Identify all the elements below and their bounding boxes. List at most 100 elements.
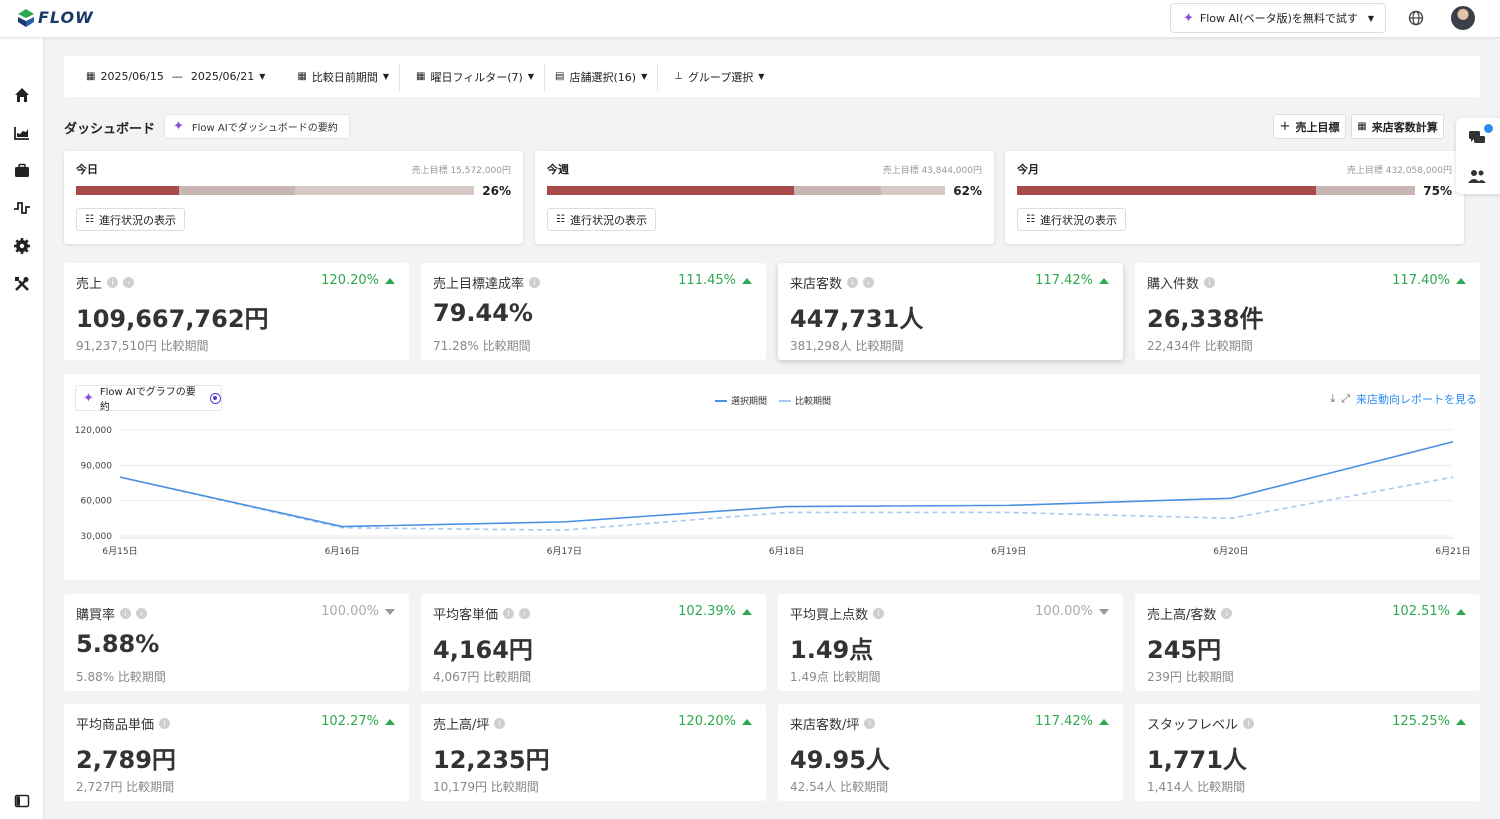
info-icon[interactable]: i [494, 718, 506, 729]
show-progress-button[interactable]: ☷ 進行状況の表示 [76, 208, 185, 231]
info-icon[interactable]: i [1221, 608, 1233, 619]
chart-summary-label: Flow AIでグラフの要約 [99, 387, 196, 413]
kpi-value: 49.95人 [790, 746, 890, 774]
kpi-change-value: 117.42% [1035, 714, 1093, 729]
info-icon[interactable]: i [503, 608, 515, 619]
chevron-down-icon: ▼ [641, 72, 648, 81]
progress-bar [1017, 186, 1415, 195]
kpi-card[interactable]: 平均買上点数 i 100.00% 1.49点 1.49点 比較期間 [778, 594, 1123, 691]
home-icon[interactable] [13, 86, 31, 104]
flow-logo[interactable]: FLOW [18, 8, 94, 27]
flow-ai-trial-button[interactable]: ✦ Flow AI(ベータ版)を無料で試す ▼ [1170, 3, 1386, 33]
kpi-change: 102.51% [1392, 604, 1466, 619]
info-icon[interactable]: i [1204, 277, 1216, 288]
top-bar: FLOW ✦ Flow AI(ベータ版)を無料で試す ▼ [0, 0, 1500, 38]
arrow-up-icon [1099, 277, 1109, 284]
kpi-label-wrap: 売上 i › [76, 273, 135, 292]
kpi-card[interactable]: スタッフレベル i 125.25% 1,771人 1,414人 比較期間 [1135, 704, 1480, 801]
visitor-report-link[interactable]: ⤓ ⤢ 来店動向レポートを見る [1330, 391, 1477, 407]
legend-item-selected[interactable]: 選択期間 [715, 394, 767, 407]
kpi-change: 100.00% [321, 604, 395, 619]
info-icon[interactable]: i [107, 277, 119, 288]
weekday-filter[interactable]: ▦ 曜日フィルター(7) ▼ [400, 56, 544, 97]
visitor-calc-button[interactable]: ▦ 来店客数計算 [1351, 114, 1444, 139]
user-avatar[interactable] [1451, 6, 1475, 30]
compare-icon[interactable]: › [519, 608, 531, 619]
legend-label: 選択期間 [731, 397, 768, 407]
chart-summary-button[interactable]: ✦ Flow AIでグラフの要約 [75, 385, 222, 413]
kpi-card[interactable]: 売上目標達成率 i 111.45% 79.44% 71.28% 比較期間 [421, 263, 766, 360]
expand-icon: ⤢ [1341, 392, 1350, 405]
kpi-compare: 239円 比較期間 [1147, 670, 1234, 684]
sales-target-button[interactable]: + 売上目標 [1273, 114, 1346, 139]
kpi-card[interactable]: 来店客数/坪 i 117.42% 49.95人 42.54人 比較期間 [778, 704, 1123, 801]
kpi-card[interactable]: 平均商品単価 i 102.27% 2,789円 2,727円 比較期間 [64, 704, 409, 801]
kpi-value: 26,338件 [1147, 305, 1264, 333]
date-range-picker[interactable]: ▦ 2025/06/15 — 2025/06/21 ▼ [64, 56, 275, 97]
info-icon[interactable]: i [159, 718, 171, 729]
compare-period-select[interactable]: ▦ 比較日前期間 ▼ [275, 56, 399, 97]
line-chart: 120,000 90,000 60,000 30,000 6月15日 6月16日 6月17日… [75, 426, 1471, 557]
info-icon[interactable]: i [873, 608, 885, 619]
briefcase-icon[interactable] [13, 162, 31, 180]
calculator-icon: ▦ [1357, 121, 1367, 132]
visitor-report-label: 来店動向レポートを見る [1356, 393, 1477, 406]
panel-toggle-icon[interactable] [13, 792, 31, 810]
chat-icon[interactable] [1468, 130, 1486, 146]
compare-icon[interactable]: › [123, 277, 135, 288]
pulse-icon[interactable] [13, 199, 31, 217]
kpi-label-wrap: 売上高/坪 i [433, 714, 506, 733]
info-icon[interactable]: i [120, 608, 132, 619]
info-icon[interactable]: i [847, 277, 859, 288]
kpi-card[interactable]: 購買率 i › 100.00% 5.88% 5.88% 比較期間 [64, 594, 409, 691]
kpi-card[interactable]: 売上高/客数 i 102.51% 245円 239円 比較期間 [1135, 594, 1480, 691]
sales-target-text: 売上目標 432,058,000円 [1346, 166, 1452, 176]
arrow-up-icon [742, 608, 752, 615]
page-title: ダッシュボード [64, 122, 156, 137]
chevron-down-icon: ▼ [382, 72, 390, 81]
dashboard-summary-button[interactable]: ✦ Flow AIでダッシュボードの要約 [164, 114, 350, 139]
logo-text: FLOW [38, 8, 94, 27]
download-icon[interactable]: ⤓ [1330, 392, 1335, 406]
kpi-label: 平均客単価 [433, 608, 499, 623]
kpi-compare: 42.54人 比較期間 [790, 780, 889, 794]
kpi-change: 102.39% [678, 604, 752, 619]
kpi-change-value: 100.00% [321, 604, 379, 619]
side-float-panel [1456, 118, 1500, 194]
kpi-card[interactable]: 売上高/坪 i 120.20% 12,235円 10,179円 比較期間 [421, 704, 766, 801]
info-icon[interactable]: i [529, 277, 541, 288]
legend-item-compare[interactable]: 比較期間 [779, 394, 831, 407]
chevron-down-icon: ▼ [259, 72, 266, 81]
kpi-value: 12,235円 [433, 746, 550, 774]
store-select[interactable]: ▤ 店舗選択(16) ▼ [545, 56, 657, 97]
users-icon[interactable] [1468, 168, 1486, 184]
gear-icon[interactable] [13, 237, 31, 255]
legend-swatch-selected [715, 399, 727, 402]
tools-icon[interactable] [13, 275, 31, 293]
globe-icon[interactable] [1407, 9, 1425, 27]
show-progress-button[interactable]: ☷ 進行状況の表示 [1017, 208, 1126, 231]
compare-icon[interactable]: › [863, 277, 875, 288]
kpi-card[interactable]: 売上 i › 120.20% 109,667,762円 91,237,510円 比較期間 [64, 263, 409, 360]
kpi-label: 購入件数 [1147, 277, 1200, 292]
kpi-change: 120.20% [678, 714, 752, 729]
y-tick-label: 30,000 [81, 532, 113, 542]
chevron-down-icon: ▼ [527, 72, 535, 81]
kpi-change-value: 102.51% [1392, 604, 1450, 619]
info-icon[interactable]: i [864, 718, 876, 729]
compare-icon[interactable]: › [136, 608, 148, 619]
show-progress-button[interactable]: ☷ 進行状況の表示 [547, 208, 656, 231]
kpi-compare: 71.28% 比較期間 [433, 339, 531, 353]
kpi-card[interactable]: 購入件数 i 117.40% 26,338件 22,434件 比較期間 [1135, 263, 1480, 360]
info-icon[interactable]: i [1243, 718, 1255, 729]
kpi-card[interactable]: 平均客単価 i › 102.39% 4,164円 4,067円 比較期間 [421, 594, 766, 691]
kpi-value: 447,731人 [790, 305, 924, 333]
arrow-up-icon [1456, 277, 1466, 284]
arrow-up-icon [1099, 718, 1109, 725]
weekday-filter-label: 曜日フィルター(7) [430, 70, 523, 84]
kpi-card[interactable]: 来店客数 i › 117.42% 447,731人 381,298人 比較期間 [778, 263, 1123, 360]
group-select[interactable]: ⊥ グループ選択 ▼ [658, 56, 774, 97]
kpi-change-value: 111.45% [678, 273, 736, 288]
kpi-compare: 22,434件 比較期間 [1147, 339, 1253, 353]
chart-icon[interactable] [13, 124, 31, 142]
